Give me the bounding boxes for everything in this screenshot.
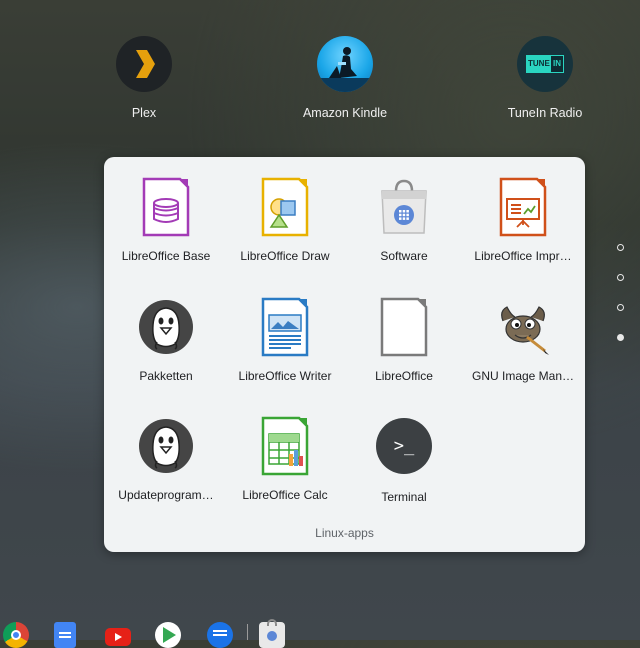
app-label: Pakketten <box>139 369 193 383</box>
kindle-icon <box>317 36 373 92</box>
libreoffice-draw-icon <box>255 177 315 237</box>
app-label: Terminal <box>381 490 427 504</box>
libreoffice-impress-icon <box>493 177 553 237</box>
page-dot-active[interactable] <box>617 334 624 341</box>
app-label: LibreOffice Base <box>121 249 211 263</box>
app-updateprogram[interactable]: Updateprogram… <box>107 416 225 502</box>
libreoffice-calc-icon <box>255 416 315 476</box>
tunein-icon: TUNE IN <box>517 36 573 92</box>
app-tunein-radio[interactable]: TUNE IN TuneIn Radio <box>485 36 605 120</box>
page-dot[interactable] <box>617 274 624 281</box>
updateprogram-icon <box>136 416 196 476</box>
app-gimp[interactable]: GNU Image Man… <box>464 297 582 383</box>
app-label: Updateprogram… <box>118 488 214 502</box>
app-label: GNU Image Man… <box>471 369 575 383</box>
app-libreoffice-base[interactable]: LibreOffice Base <box>107 177 225 263</box>
app-label: LibreOffice Writer <box>238 369 332 383</box>
pakketten-icon <box>136 297 196 357</box>
app-pakketten[interactable]: Pakketten <box>107 297 225 383</box>
app-label: TuneIn Radio <box>507 106 583 120</box>
app-libreoffice-calc[interactable]: LibreOffice Calc <box>226 416 344 502</box>
app-label: Software <box>380 249 428 263</box>
messages-icon[interactable] <box>207 622 233 648</box>
libreoffice-base-icon <box>136 177 196 237</box>
app-software[interactable]: Software <box>345 177 463 263</box>
page-indicator <box>617 244 627 364</box>
app-label: Amazon Kindle <box>302 106 388 120</box>
tunein-in: IN <box>550 55 564 73</box>
terminal-icon: >_ <box>374 418 434 478</box>
app-label: LibreOffice Calc <box>242 488 328 502</box>
page-dot[interactable] <box>617 304 624 311</box>
folder-name[interactable]: Linux-apps <box>104 526 585 540</box>
play-store-icon[interactable] <box>155 622 181 648</box>
app-libreoffice-impress[interactable]: LibreOffice Impr… <box>464 177 582 263</box>
app-label: Plex <box>131 106 157 120</box>
app-libreoffice[interactable]: LibreOffice <box>345 297 463 383</box>
app-amazon-kindle[interactable]: Amazon Kindle <box>285 36 405 120</box>
software-icon <box>374 177 434 237</box>
plex-icon <box>116 36 172 92</box>
shelf <box>0 619 640 648</box>
app-label: LibreOffice <box>375 369 433 383</box>
page-dot[interactable] <box>617 244 624 251</box>
app-label: LibreOffice Impr… <box>474 249 572 263</box>
app-libreoffice-writer[interactable]: LibreOffice Writer <box>226 297 344 383</box>
docs-icon[interactable] <box>54 622 76 648</box>
chrome-icon[interactable] <box>3 622 29 648</box>
libreoffice-writer-icon <box>255 297 315 357</box>
software-icon[interactable] <box>259 619 285 648</box>
gimp-icon <box>493 297 553 357</box>
linux-apps-folder: LibreOffice Base LibreOffice Draw Softwa… <box>104 157 585 552</box>
app-plex[interactable]: Plex <box>84 36 204 120</box>
app-label: LibreOffice Draw <box>240 249 330 263</box>
tunein-word: TUNE <box>526 55 550 73</box>
app-libreoffice-draw[interactable]: LibreOffice Draw <box>226 177 344 263</box>
libreoffice-icon <box>374 297 434 357</box>
app-terminal[interactable]: >_ Terminal <box>345 416 463 504</box>
shelf-divider <box>247 624 248 640</box>
terminal-glyph: >_ <box>376 418 432 474</box>
youtube-icon[interactable] <box>105 628 131 646</box>
